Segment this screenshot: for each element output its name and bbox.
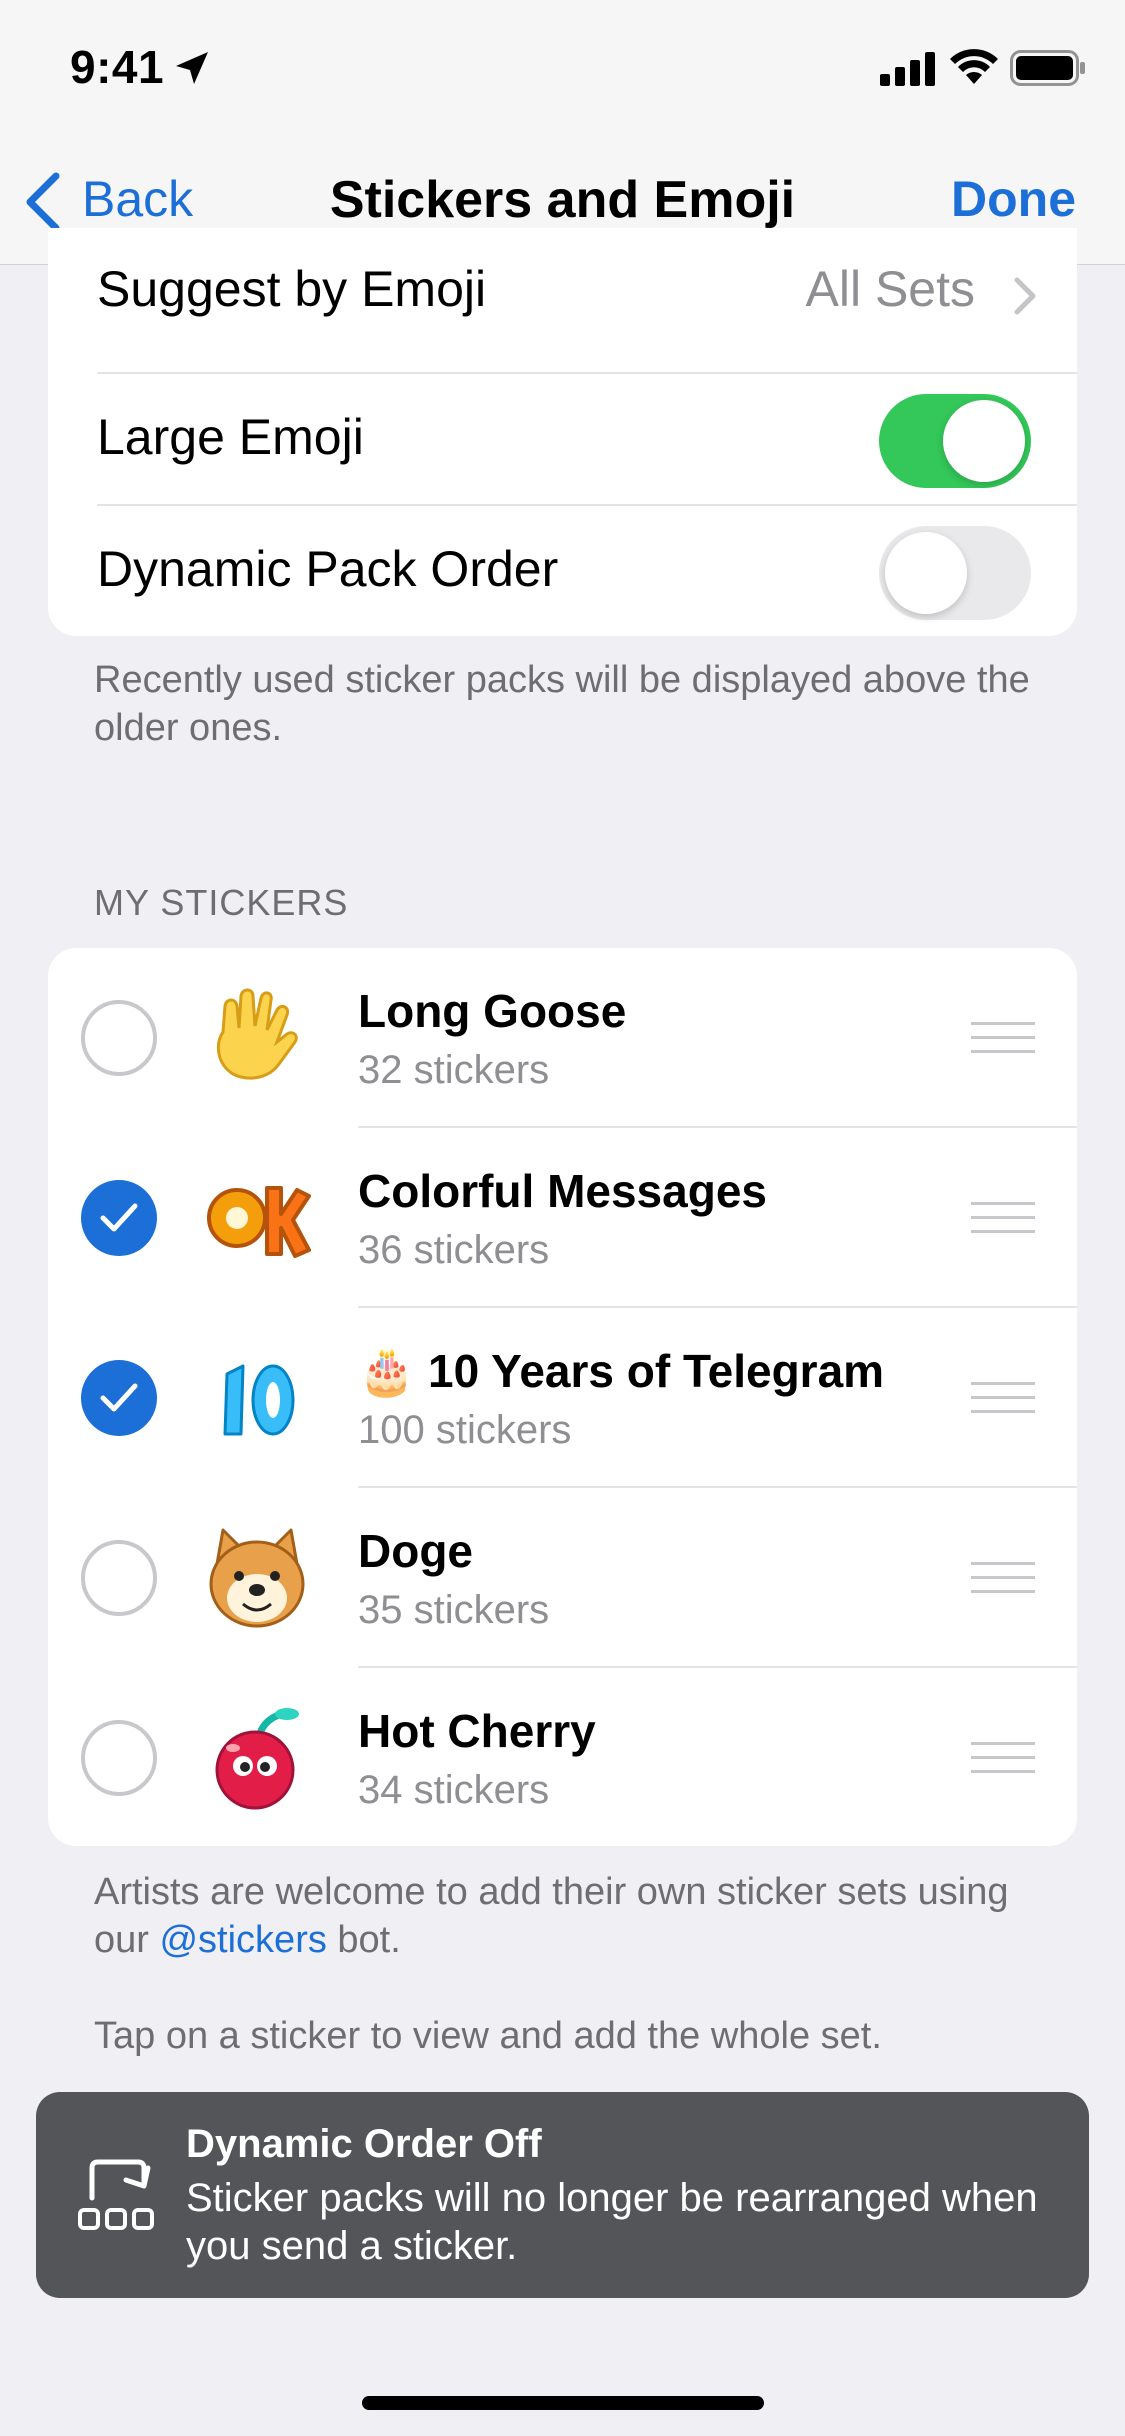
sticker-pack-row[interactable]: Long Goose 32 stickers [48,948,1077,1128]
sticker-pack-row[interactable]: Doge 35 stickers [48,1488,1077,1668]
drag-handle-icon[interactable] [971,1380,1035,1416]
cherry-sticker-icon [215,1708,299,1810]
toggle-knob [943,400,1025,482]
pack-count: 32 stickers [358,1048,550,1092]
drag-handle-icon[interactable] [971,1200,1035,1236]
toast-title: Dynamic Order Off [186,2122,542,2166]
selection-radio[interactable] [81,1720,157,1796]
location-arrow-icon [176,52,208,84]
home-indicator[interactable] [362,2396,764,2410]
my-stickers-header: MY STICKERS [94,882,349,923]
reorder-icon [78,2159,154,2230]
sticker-pack-row[interactable]: Hot Cherry 34 stickers [48,1668,1077,1846]
pack-title: Colorful Messages [358,1165,767,1217]
doge-sticker-icon [209,1528,305,1628]
sticker-packs-list: Long Goose 32 stickers Colorful Messages… [48,948,1077,1846]
selection-radio[interactable] [81,1000,157,1076]
done-button[interactable]: Done [951,170,1076,228]
pack-title: 🎂 10 Years of Telegram [358,1345,885,1397]
pack-count: 36 stickers [358,1228,550,1272]
status-time: 9:41 [70,41,165,93]
dynamic-pack-order-row: Dynamic Pack Order [48,506,1077,636]
chevron-right-icon [1014,277,1036,315]
sticker-pack-row[interactable]: 🎂 10 Years of Telegram 100 stickers [48,1308,1077,1488]
toast-body: Sticker packs will no longer be rearrang… [186,2176,1038,2268]
checkmark-icon [100,1383,138,1412]
pack-title: Hot Cherry [358,1705,596,1757]
cellular-signal-icon [880,52,935,86]
pack-title: Long Goose [358,985,627,1037]
suggest-by-emoji-label: Suggest by Emoji [97,261,487,317]
tap-hint: Tap on a sticker to view and add the who… [94,2015,882,2057]
artists-footnote: Artists are welcome to add their own sti… [94,1868,1054,1964]
pack-count: 100 stickers [358,1408,572,1452]
emoji-settings-card: Suggest by Emoji All Sets Large Emoji Dy… [48,228,1077,636]
selection-radio[interactable] [81,1540,157,1616]
artists-text-suffix: bot. [326,1919,401,1961]
waving-hand-sticker-icon [216,988,298,1080]
stickers-bot-link[interactable]: @stickers [159,1919,326,1961]
large-emoji-toggle[interactable] [879,394,1031,488]
selection-radio[interactable] [81,1180,157,1256]
number-10-sticker-icon [223,1364,295,1436]
large-emoji-label: Large Emoji [97,409,364,465]
pack-count: 35 stickers [358,1588,550,1632]
pack-title: Doge [358,1525,473,1577]
suggest-by-emoji-row[interactable]: Suggest by Emoji All Sets [48,228,1077,354]
pack-count: 34 stickers [358,1768,550,1812]
drag-handle-icon[interactable] [971,1560,1035,1596]
wifi-icon [950,49,998,84]
toggle-knob [885,532,967,614]
dynamic-pack-order-label: Dynamic Pack Order [97,541,559,597]
drag-handle-icon[interactable] [971,1020,1035,1056]
checkmark-icon [100,1203,138,1232]
dynamic-pack-order-toggle[interactable] [879,526,1031,620]
ok-sticker-icon [207,1186,311,1258]
battery-icon [1010,50,1085,86]
suggest-by-emoji-value: All Sets [805,261,975,317]
dynamic-order-toast[interactable]: Dynamic Order Off Sticker packs will no … [36,2092,1089,2298]
drag-handle-icon[interactable] [971,1740,1035,1776]
selection-radio[interactable] [81,1360,157,1436]
status-bar: 9:41 [0,0,1125,140]
dynamic-order-footnote: Recently used sticker packs will be disp… [94,659,1030,749]
sticker-pack-row[interactable]: Colorful Messages 36 stickers [48,1128,1077,1308]
large-emoji-row: Large Emoji [48,374,1077,506]
